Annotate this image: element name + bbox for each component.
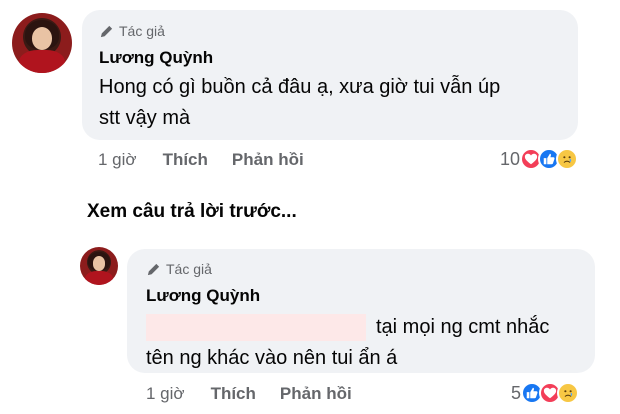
sad-reaction-icon	[557, 382, 580, 404]
comment-text-line: Hong có gì buồn cả đâu ạ, xưa giờ tui vẫ…	[99, 76, 501, 98]
comment-text: Hong có gì buồn cả đâu ạ, xưa giờ tui vẫ…	[99, 72, 500, 134]
pen-icon	[147, 263, 160, 275]
comment-author-name[interactable]: Lương Quỳnh	[146, 286, 260, 306]
author-badge: Tác giả	[146, 261, 212, 277]
reaction-summary[interactable]: 10	[500, 148, 579, 170]
reply-button[interactable]: Phản hồi	[280, 384, 352, 404]
avatar[interactable]	[80, 247, 118, 285]
avatar[interactable]	[12, 13, 72, 73]
redacted-block	[146, 314, 366, 342]
comment-text-line: tại mọi ng cmt nhắc	[376, 316, 550, 338]
author-badge-label: Tác giả	[119, 23, 165, 39]
comment-text-line: tên ng khác vào nên tui ẩn á	[146, 347, 398, 369]
comment-time[interactable]: 1 giờ	[146, 384, 185, 404]
comment-actions: 1 giờ Thích Phản hồi	[146, 384, 376, 404]
author-badge: Tác giả	[99, 23, 165, 39]
comment-text-line: stt vậy mà	[99, 107, 191, 129]
view-previous-replies-link[interactable]: Xem câu trả lời trước...	[87, 201, 297, 223]
reaction-count: 5	[511, 382, 522, 403]
sad-reaction-icon	[556, 148, 579, 170]
reply-button[interactable]: Phản hồi	[232, 150, 304, 170]
reaction-count: 10	[500, 148, 521, 169]
author-badge-label: Tác giả	[166, 261, 212, 277]
comment-author-name[interactable]: Lương Quỳnh	[99, 48, 213, 68]
pen-icon	[100, 25, 113, 37]
comment-actions: 1 giờ Thích Phản hồi	[98, 150, 328, 170]
comment-time[interactable]: 1 giờ	[98, 150, 137, 170]
like-button[interactable]: Thích	[163, 150, 208, 170]
reaction-summary[interactable]: 5	[511, 382, 580, 404]
like-button[interactable]: Thích	[211, 384, 256, 404]
comment-text: tại mọi ng cmt nhắc tên ng khác vào nên …	[146, 312, 549, 374]
